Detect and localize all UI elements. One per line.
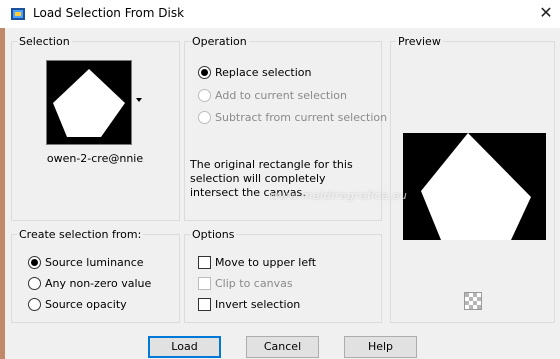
checkbox-clip-to-canvas-label: Clip to canvas [215, 276, 293, 290]
load-button[interactable]: Load [148, 336, 221, 358]
selection-group-label: Selection [17, 35, 72, 48]
radio-source-luminance[interactable]: Source luminance [28, 254, 144, 270]
preview-group-label: Preview [396, 35, 443, 48]
window-title: Load Selection From Disk [33, 6, 185, 20]
operation-group-label: Operation [190, 35, 249, 48]
radio-any-nonzero-value-label: Any non-zero value [45, 276, 152, 290]
preview-canvas [403, 133, 546, 240]
create-from-group-label: Create selection from: [17, 228, 144, 241]
checkbox-clip-to-canvas[interactable]: Clip to canvas [198, 275, 293, 291]
radio-indicator [28, 255, 41, 269]
radio-indicator [28, 297, 41, 311]
radio-indicator [198, 65, 211, 79]
radio-source-opacity[interactable]: Source opacity [28, 296, 127, 312]
cancel-button[interactable]: Cancel [246, 336, 319, 358]
checkbox-move-to-upper-left[interactable]: Move to upper left [198, 254, 316, 270]
checker-icon[interactable] [464, 292, 482, 310]
radio-subtract-from-selection-label: Subtract from current selection [215, 110, 388, 124]
checkbox-invert-selection[interactable]: Invert selection [198, 296, 300, 312]
radio-replace-selection[interactable]: Replace selection [198, 64, 311, 80]
checkbox-invert-selection-label: Invert selection [215, 297, 301, 311]
watermark: www.maldiregrafica.eu [270, 189, 408, 202]
radio-add-to-selection[interactable]: Add to current selection [198, 87, 347, 103]
radio-source-opacity-label: Source opacity [45, 297, 127, 311]
checkbox-indicator [198, 255, 211, 269]
selection-thumbnail-shape [53, 69, 125, 137]
radio-any-nonzero-value[interactable]: Any non-zero value [28, 275, 151, 291]
help-button[interactable]: Help [344, 336, 417, 358]
radio-subtract-from-selection[interactable]: Subtract from current selection [198, 109, 387, 125]
selection-thumbnail[interactable] [46, 60, 132, 145]
selection-file-name: owen-2-cre@nnie [46, 152, 144, 165]
radio-source-luminance-label: Source luminance [45, 255, 144, 269]
radio-replace-selection-label: Replace selection [215, 65, 312, 79]
checkbox-move-to-upper-left-label: Move to upper left [215, 255, 317, 269]
background-strip [0, 28, 5, 359]
checkbox-indicator [198, 276, 211, 290]
close-button[interactable]: ✕ [534, 2, 558, 24]
preview-shape [421, 133, 531, 240]
radio-indicator [198, 110, 211, 124]
radio-indicator [198, 88, 211, 102]
options-group-label: Options [190, 228, 237, 241]
checkbox-indicator [198, 297, 211, 311]
chevron-down-icon[interactable] [136, 98, 142, 102]
radio-indicator [28, 276, 41, 290]
app-icon [11, 8, 25, 20]
radio-add-to-selection-label: Add to current selection [215, 88, 347, 102]
